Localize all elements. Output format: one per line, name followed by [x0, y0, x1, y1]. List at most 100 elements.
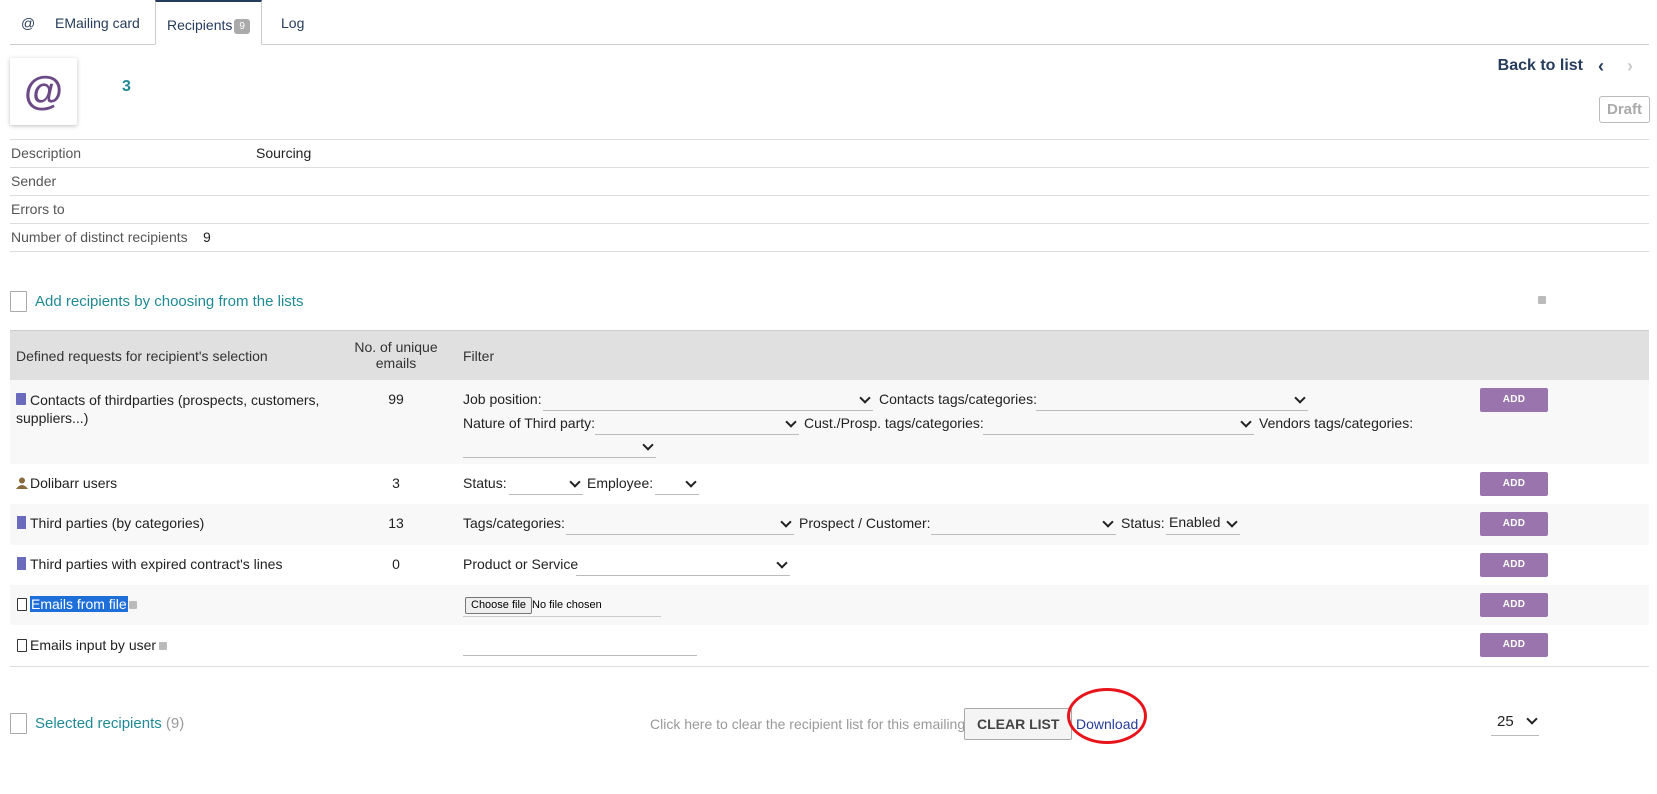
- row-label-line: Contacts of thirdparties (prospects, cus…: [30, 392, 320, 408]
- tags-select[interactable]: [566, 513, 794, 535]
- selected-recipients-count: (9): [165, 715, 185, 732]
- page-size-underline: [1491, 735, 1539, 736]
- add-button[interactable]: ADD: [1480, 512, 1548, 536]
- unique-emails-count: 99: [388, 391, 404, 407]
- selected-recipients-label: Selected recipients: [35, 715, 162, 732]
- file-icon: [17, 598, 27, 611]
- vendor-tags-select[interactable]: [463, 436, 656, 458]
- at-icon: @: [21, 15, 36, 31]
- status-label: Status:: [1121, 515, 1165, 531]
- emailing-ref: 3: [122, 78, 131, 95]
- nature-label: Nature of Third party:: [463, 415, 596, 431]
- help-icon[interactable]: [1538, 296, 1546, 304]
- page-size-select[interactable]: 25: [1497, 713, 1538, 730]
- emails-input-field[interactable]: [463, 635, 697, 656]
- status-badge: Draft: [1599, 96, 1651, 123]
- info-row-sender: Sender: [10, 168, 1649, 196]
- add-recipients-title: Add recipients by choosing from the list…: [35, 293, 304, 310]
- employee-label: Employee:: [587, 475, 654, 491]
- job-position-label: Job position:: [463, 391, 542, 407]
- tab-log[interactable]: Log: [270, 0, 315, 44]
- table-row: Dolibarr users 3 Status: Employee: ADD: [10, 464, 1649, 505]
- building-icon: [17, 516, 26, 529]
- tab-emailing-icon[interactable]: @: [10, 0, 46, 44]
- choose-file-button[interactable]: Choose file: [465, 597, 533, 614]
- info-row-errors: Errors to: [10, 196, 1649, 224]
- row-label-line: suppliers...): [16, 410, 89, 426]
- add-button[interactable]: ADD: [1480, 388, 1548, 412]
- description-label: Description: [11, 145, 82, 161]
- clear-list-hint: Click here to clear the recipient list f…: [650, 716, 966, 732]
- table-row: Third parties (by categories) 13 Tags/ca…: [10, 504, 1649, 546]
- file-input-underline: [463, 616, 661, 617]
- emailing-info-table: Description Sourcing Sender Errors to Nu…: [10, 139, 1649, 252]
- status-label: Status:: [463, 475, 507, 491]
- recipients-table-header: Defined requests for recipient's selecti…: [10, 330, 1649, 382]
- table-row: Emails from file Choose file No file cho…: [10, 585, 1649, 626]
- job-position-select[interactable]: [543, 389, 873, 411]
- status-select[interactable]: [509, 473, 583, 495]
- add-button[interactable]: ADD: [1480, 633, 1548, 657]
- document-icon: [10, 713, 27, 734]
- row-label: Third parties (by categories): [30, 515, 205, 531]
- row-label: Dolibarr users: [30, 475, 118, 491]
- col-header-requests: Defined requests for recipient's selecti…: [16, 348, 268, 364]
- table-row: Emails input by user ADD: [10, 625, 1649, 667]
- tab-label: Recipients: [167, 17, 233, 33]
- employee-select[interactable]: [655, 473, 699, 495]
- col-header-filter: Filter: [463, 348, 495, 364]
- contacts-tags-select[interactable]: [1036, 389, 1308, 411]
- previous-record-icon[interactable]: ‹: [1598, 56, 1604, 77]
- description-value: Sourcing: [256, 145, 312, 161]
- chevron-down-icon: [1526, 713, 1538, 725]
- sender-label: Sender: [11, 173, 57, 189]
- file-status-text: No file chosen: [532, 599, 602, 611]
- table-row: Third parties with expired contract's li…: [10, 545, 1649, 586]
- nature-select[interactable]: [595, 413, 799, 435]
- unique-emails-count: 13: [388, 515, 404, 531]
- add-button[interactable]: ADD: [1480, 593, 1548, 617]
- page-size-value: 25: [1497, 713, 1514, 730]
- distinct-recipients-value: 9: [203, 229, 211, 245]
- clear-list-button[interactable]: CLEAR LIST: [964, 708, 1073, 740]
- row-label: Emails from file: [30, 596, 128, 612]
- tab-bar: @ EMailing card Recipients 9 Log: [10, 0, 1649, 45]
- tab-label: EMailing card: [55, 15, 140, 31]
- file-icon: [17, 639, 27, 652]
- recipients-count-badge: 9: [234, 18, 250, 34]
- col-header-line: No. of unique: [354, 339, 438, 355]
- cust-tags-select[interactable]: [983, 413, 1254, 435]
- tab-recipients[interactable]: Recipients 9: [155, 0, 262, 45]
- selected-recipients-title: Selected recipients (9): [35, 715, 184, 732]
- help-icon[interactable]: [159, 642, 167, 650]
- building-icon: [17, 557, 26, 570]
- status-select[interactable]: Enabled: [1166, 513, 1240, 535]
- prospect-customer-select[interactable]: [931, 513, 1116, 535]
- add-button[interactable]: ADD: [1480, 553, 1548, 577]
- product-service-label: Product or Service: [463, 556, 579, 572]
- row-label: Contacts of thirdparties (prospects, cus…: [30, 391, 319, 410]
- col-header-line: emails: [375, 355, 417, 371]
- col-header-unique-emails: No. of unique emails: [350, 339, 442, 371]
- back-to-list-link[interactable]: Back to list: [1498, 57, 1583, 75]
- product-service-select[interactable]: [576, 554, 790, 576]
- vendor-tags-label: Vendors tags/categories:: [1259, 415, 1414, 431]
- document-icon: [10, 291, 27, 312]
- help-icon[interactable]: [129, 601, 137, 609]
- unique-emails-count: 3: [392, 475, 400, 491]
- row-label: Third parties with expired contract's li…: [30, 556, 283, 572]
- tab-label: Log: [281, 15, 305, 31]
- tab-emailing-card[interactable]: EMailing card: [44, 0, 151, 44]
- annotation-circle: [1067, 688, 1147, 744]
- emailing-logo: @: [10, 58, 77, 125]
- row-label: Emails input by user: [30, 637, 157, 653]
- tags-label: Tags/categories:: [463, 515, 565, 531]
- status-selected-value: Enabled: [1169, 514, 1221, 530]
- errors-to-label: Errors to: [11, 201, 65, 217]
- add-button[interactable]: ADD: [1480, 472, 1548, 496]
- table-row: Contacts of thirdparties (prospects, cus…: [10, 380, 1649, 465]
- cust-tags-label: Cust./Prosp. tags/categories:: [804, 415, 984, 431]
- prospect-customer-label: Prospect / Customer:: [799, 515, 931, 531]
- next-record-icon: ›: [1627, 56, 1633, 76]
- contacts-tags-label: Contacts tags/categories:: [879, 391, 1037, 407]
